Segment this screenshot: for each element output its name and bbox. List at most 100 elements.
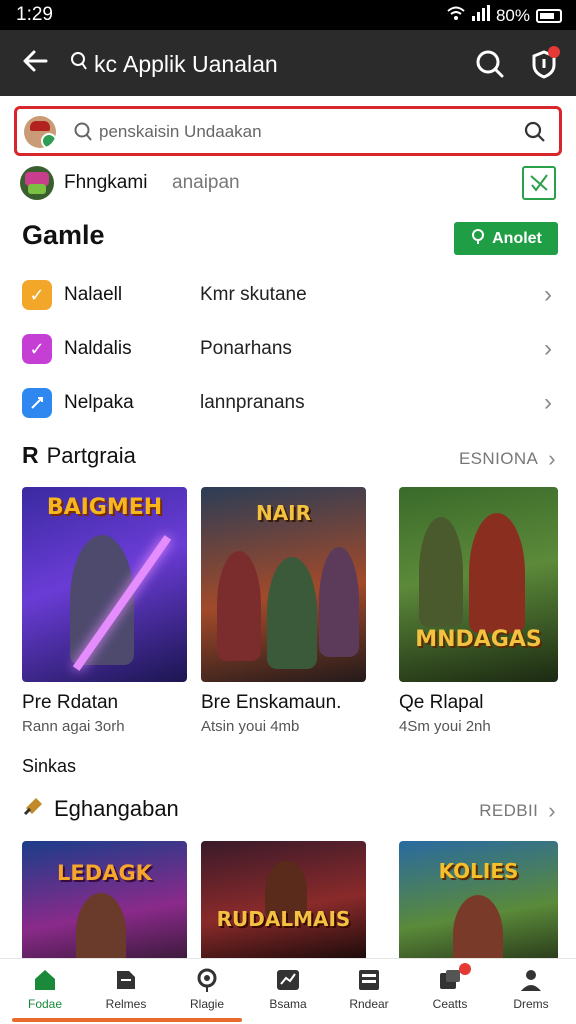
suggestion-title: Fhngkami [64,172,148,193]
character-figure [217,551,261,661]
status-bar: 1:29 80% [0,0,576,30]
game-thumbnail[interactable]: LEDAGK [22,841,187,958]
nav-tab-home[interactable]: Fodae [4,967,86,1019]
wifi-icon [446,5,466,26]
see-more-label: REDBII [479,801,539,820]
list-item-name: Naldalis [64,338,132,359]
nav-label: Rndear [349,997,389,1011]
game-thumbnail[interactable]: MNDAGAS [399,487,558,682]
check-icon: ✓ [22,334,52,364]
notification-dot [548,46,560,58]
search-small-icon [70,51,88,77]
character-figure [469,513,525,633]
status-time: 1:29 [16,4,53,25]
main-content: penskaisin Undaakan Fhngkami anaipan Gam… [8,96,568,958]
game-thumbnail[interactable]: BAIGMEH [22,487,187,682]
chevron-right-icon: › [544,335,552,362]
suggestion-row[interactable]: Fhngkami anaipan [20,166,560,202]
app-title-field[interactable]: kc Applik Uanalan [62,42,454,86]
r-logo-icon: R [22,442,39,468]
check-icon: ✓ [22,280,52,310]
card-title: Qe Rlapal [399,692,484,713]
game-thumbnail[interactable]: RUDALMAIS [201,841,366,958]
signal-icon [471,5,490,26]
nav-tab-chats[interactable]: Ceatts [409,963,491,1019]
suggestion-avatar [20,166,54,200]
chart-icon [277,970,299,990]
search-input[interactable]: penskaisin Undaakan [14,106,562,156]
section-title-second: Eghangaban [22,794,179,824]
nav-label: Drems [513,997,549,1011]
character-figure [419,517,463,627]
nav-active-indicator [12,1018,242,1022]
card-title: Pre Rdatan [22,692,119,713]
thumbnail-title: BAIGMEH [46,495,163,520]
list-item[interactable]: ✓ Naldalis Ponarhans › [22,328,556,368]
game-thumbnail[interactable]: KOLIES [399,841,558,958]
nav-tab-places[interactable]: Rlagie [166,967,248,1019]
nav-tab-releases[interactable]: Relmes [85,967,167,1019]
card-subtitle: 4Sm youi 2nh [399,718,491,735]
home-icon [35,970,55,990]
notification-dot [459,963,471,975]
list-item[interactable]: ✓ Nalaell Kmr skutane › [22,274,556,314]
thumbnail-title: MNDAGAS [415,627,542,652]
battery-icon [536,8,562,23]
status-icons: 80% [446,5,562,26]
chevron-right-icon: › [544,281,552,308]
checkbox-icon[interactable] [522,166,556,200]
list-item-value: lannpranans [200,392,305,413]
shield-button[interactable] [524,44,564,84]
section-title-text: Eghangaban [54,796,179,821]
section-title-games: Gamle [22,220,105,250]
suggestion-subtitle: anaipan [172,172,240,193]
avatar[interactable] [24,116,56,148]
card-subtitle: Atsin youi 4mb [201,718,300,735]
character-figure [76,893,126,958]
list-item-name: Nalaell [64,284,123,305]
game-thumbnail[interactable]: NAIR [201,487,366,682]
character-figure [267,557,317,669]
chevron-right-icon: › [548,446,556,471]
nav-label: Rlagie [189,997,225,1011]
see-more-popular[interactable]: ESNIONA › [459,446,556,472]
tag-icon [117,971,135,989]
back-button[interactable] [20,46,54,80]
rocket-icon [22,388,52,418]
trophy-icon [22,794,46,824]
list-item-value: Kmr skutane [200,284,307,305]
section-title-text: Partgraia [46,442,136,468]
search-button[interactable] [470,44,510,84]
nav-label: Bsama [269,997,307,1011]
list-item-name: Nelpaka [64,392,134,413]
list-item[interactable]: Nelpaka lannpranans › [22,382,556,422]
card-subtitle: Rann agai 3orh [22,718,125,735]
nav-tab-profile[interactable]: Drems [490,967,572,1019]
nav-tab-reader[interactable]: Rndear [328,967,410,1019]
nav-label: Fodae [27,997,63,1011]
battery-percent: 80% [495,5,530,25]
thumbnail-title: LEDAGK [57,861,152,885]
search-submit-icon[interactable] [523,120,547,149]
thumbnail-title: NAIR [255,501,312,525]
search-icon [476,50,504,78]
section-title-popular: R Partgraia [22,442,136,469]
nav-label: Ceatts [432,997,468,1011]
section-label: Sinkas [22,756,77,776]
analyze-button[interactable]: Anolet [454,222,558,255]
character-figure [319,547,359,657]
thumbnail-title: RUDALMAIS [216,907,351,931]
user-icon [521,970,541,991]
pin-icon [197,968,217,992]
nav-tab-stats[interactable]: Bsama [247,967,329,1019]
app-title-prefix: kc [94,50,117,77]
see-more-second[interactable]: REDBII › [479,798,556,824]
see-more-label: ESNIONA [458,449,539,468]
thumbnail-title: KOLIES [438,859,519,883]
search-placeholder: penskaisin Undaakan [99,122,262,141]
nav-label: Relmes [105,997,147,1011]
card-title: Bre Enskamaun. [201,692,342,713]
character-figure [453,895,503,958]
analyze-label: Anolet [492,229,542,247]
pin-icon [470,228,486,249]
